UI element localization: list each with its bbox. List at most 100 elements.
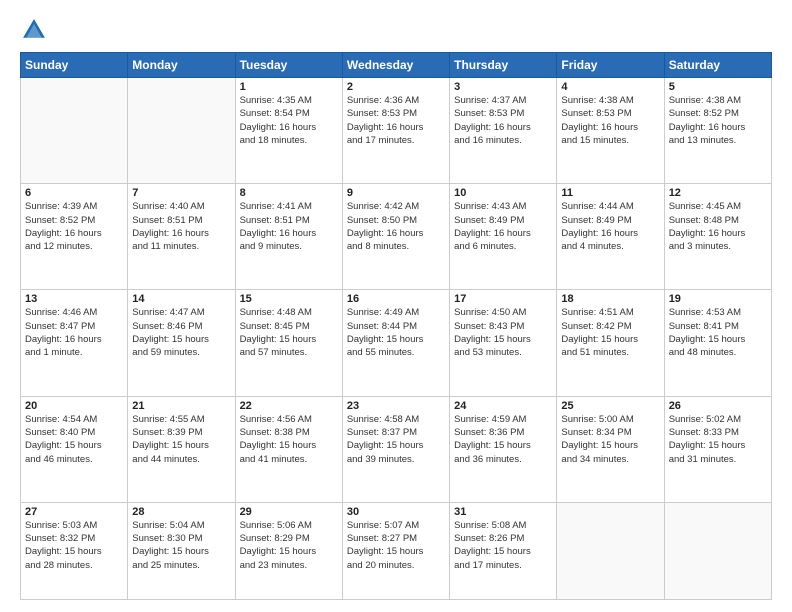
day-number: 5 [669, 81, 767, 93]
calendar-cell [557, 502, 664, 599]
day-info: Sunrise: 4:41 AM Sunset: 8:51 PM Dayligh… [240, 200, 338, 253]
col-header-friday: Friday [557, 53, 664, 78]
calendar: SundayMondayTuesdayWednesdayThursdayFrid… [20, 52, 772, 600]
day-info: Sunrise: 4:50 AM Sunset: 8:43 PM Dayligh… [454, 306, 552, 359]
calendar-cell: 26Sunrise: 5:02 AM Sunset: 8:33 PM Dayli… [664, 396, 771, 502]
day-info: Sunrise: 4:53 AM Sunset: 8:41 PM Dayligh… [669, 306, 767, 359]
day-number: 2 [347, 81, 445, 93]
calendar-cell: 27Sunrise: 5:03 AM Sunset: 8:32 PM Dayli… [21, 502, 128, 599]
day-info: Sunrise: 4:58 AM Sunset: 8:37 PM Dayligh… [347, 413, 445, 466]
day-info: Sunrise: 4:59 AM Sunset: 8:36 PM Dayligh… [454, 413, 552, 466]
calendar-cell: 23Sunrise: 4:58 AM Sunset: 8:37 PM Dayli… [342, 396, 449, 502]
calendar-cell: 13Sunrise: 4:46 AM Sunset: 8:47 PM Dayli… [21, 290, 128, 396]
day-info: Sunrise: 5:04 AM Sunset: 8:30 PM Dayligh… [132, 519, 230, 572]
day-number: 1 [240, 81, 338, 93]
day-info: Sunrise: 5:02 AM Sunset: 8:33 PM Dayligh… [669, 413, 767, 466]
calendar-cell: 20Sunrise: 4:54 AM Sunset: 8:40 PM Dayli… [21, 396, 128, 502]
day-number: 31 [454, 506, 552, 518]
calendar-week-2: 6Sunrise: 4:39 AM Sunset: 8:52 PM Daylig… [21, 184, 772, 290]
day-info: Sunrise: 4:46 AM Sunset: 8:47 PM Dayligh… [25, 306, 123, 359]
day-number: 14 [132, 293, 230, 305]
day-number: 8 [240, 187, 338, 199]
calendar-cell: 12Sunrise: 4:45 AM Sunset: 8:48 PM Dayli… [664, 184, 771, 290]
day-number: 20 [25, 400, 123, 412]
day-info: Sunrise: 5:08 AM Sunset: 8:26 PM Dayligh… [454, 519, 552, 572]
calendar-cell: 21Sunrise: 4:55 AM Sunset: 8:39 PM Dayli… [128, 396, 235, 502]
day-info: Sunrise: 4:47 AM Sunset: 8:46 PM Dayligh… [132, 306, 230, 359]
day-info: Sunrise: 5:07 AM Sunset: 8:27 PM Dayligh… [347, 519, 445, 572]
day-info: Sunrise: 4:55 AM Sunset: 8:39 PM Dayligh… [132, 413, 230, 466]
calendar-week-3: 13Sunrise: 4:46 AM Sunset: 8:47 PM Dayli… [21, 290, 772, 396]
calendar-cell: 17Sunrise: 4:50 AM Sunset: 8:43 PM Dayli… [450, 290, 557, 396]
calendar-cell: 1Sunrise: 4:35 AM Sunset: 8:54 PM Daylig… [235, 78, 342, 184]
calendar-cell: 6Sunrise: 4:39 AM Sunset: 8:52 PM Daylig… [21, 184, 128, 290]
calendar-cell: 10Sunrise: 4:43 AM Sunset: 8:49 PM Dayli… [450, 184, 557, 290]
day-number: 11 [561, 187, 659, 199]
day-info: Sunrise: 4:49 AM Sunset: 8:44 PM Dayligh… [347, 306, 445, 359]
day-info: Sunrise: 5:06 AM Sunset: 8:29 PM Dayligh… [240, 519, 338, 572]
calendar-header-row: SundayMondayTuesdayWednesdayThursdayFrid… [21, 53, 772, 78]
day-info: Sunrise: 4:45 AM Sunset: 8:48 PM Dayligh… [669, 200, 767, 253]
day-info: Sunrise: 4:44 AM Sunset: 8:49 PM Dayligh… [561, 200, 659, 253]
calendar-cell [664, 502, 771, 599]
calendar-cell: 7Sunrise: 4:40 AM Sunset: 8:51 PM Daylig… [128, 184, 235, 290]
calendar-cell: 30Sunrise: 5:07 AM Sunset: 8:27 PM Dayli… [342, 502, 449, 599]
header [20, 16, 772, 44]
day-number: 27 [25, 506, 123, 518]
day-number: 3 [454, 81, 552, 93]
logo [20, 16, 52, 44]
day-number: 7 [132, 187, 230, 199]
calendar-week-5: 27Sunrise: 5:03 AM Sunset: 8:32 PM Dayli… [21, 502, 772, 599]
logo-icon [20, 16, 48, 44]
calendar-cell: 16Sunrise: 4:49 AM Sunset: 8:44 PM Dayli… [342, 290, 449, 396]
day-info: Sunrise: 4:48 AM Sunset: 8:45 PM Dayligh… [240, 306, 338, 359]
day-info: Sunrise: 4:54 AM Sunset: 8:40 PM Dayligh… [25, 413, 123, 466]
col-header-tuesday: Tuesday [235, 53, 342, 78]
day-info: Sunrise: 5:03 AM Sunset: 8:32 PM Dayligh… [25, 519, 123, 572]
day-number: 17 [454, 293, 552, 305]
calendar-cell: 19Sunrise: 4:53 AM Sunset: 8:41 PM Dayli… [664, 290, 771, 396]
day-info: Sunrise: 4:40 AM Sunset: 8:51 PM Dayligh… [132, 200, 230, 253]
calendar-cell: 14Sunrise: 4:47 AM Sunset: 8:46 PM Dayli… [128, 290, 235, 396]
col-header-wednesday: Wednesday [342, 53, 449, 78]
calendar-cell: 22Sunrise: 4:56 AM Sunset: 8:38 PM Dayli… [235, 396, 342, 502]
day-number: 21 [132, 400, 230, 412]
day-number: 29 [240, 506, 338, 518]
calendar-cell: 25Sunrise: 5:00 AM Sunset: 8:34 PM Dayli… [557, 396, 664, 502]
day-number: 30 [347, 506, 445, 518]
calendar-week-4: 20Sunrise: 4:54 AM Sunset: 8:40 PM Dayli… [21, 396, 772, 502]
day-number: 28 [132, 506, 230, 518]
day-number: 13 [25, 293, 123, 305]
day-number: 22 [240, 400, 338, 412]
day-number: 6 [25, 187, 123, 199]
day-number: 19 [669, 293, 767, 305]
day-info: Sunrise: 4:38 AM Sunset: 8:53 PM Dayligh… [561, 94, 659, 147]
calendar-cell: 24Sunrise: 4:59 AM Sunset: 8:36 PM Dayli… [450, 396, 557, 502]
col-header-saturday: Saturday [664, 53, 771, 78]
calendar-cell [128, 78, 235, 184]
day-number: 26 [669, 400, 767, 412]
day-number: 12 [669, 187, 767, 199]
day-info: Sunrise: 4:43 AM Sunset: 8:49 PM Dayligh… [454, 200, 552, 253]
day-info: Sunrise: 4:36 AM Sunset: 8:53 PM Dayligh… [347, 94, 445, 147]
calendar-cell: 29Sunrise: 5:06 AM Sunset: 8:29 PM Dayli… [235, 502, 342, 599]
day-info: Sunrise: 4:38 AM Sunset: 8:52 PM Dayligh… [669, 94, 767, 147]
calendar-cell: 11Sunrise: 4:44 AM Sunset: 8:49 PM Dayli… [557, 184, 664, 290]
day-info: Sunrise: 4:56 AM Sunset: 8:38 PM Dayligh… [240, 413, 338, 466]
calendar-cell: 2Sunrise: 4:36 AM Sunset: 8:53 PM Daylig… [342, 78, 449, 184]
col-header-sunday: Sunday [21, 53, 128, 78]
day-number: 9 [347, 187, 445, 199]
day-info: Sunrise: 5:00 AM Sunset: 8:34 PM Dayligh… [561, 413, 659, 466]
day-info: Sunrise: 4:39 AM Sunset: 8:52 PM Dayligh… [25, 200, 123, 253]
page: SundayMondayTuesdayWednesdayThursdayFrid… [0, 0, 792, 612]
day-info: Sunrise: 4:42 AM Sunset: 8:50 PM Dayligh… [347, 200, 445, 253]
calendar-cell: 15Sunrise: 4:48 AM Sunset: 8:45 PM Dayli… [235, 290, 342, 396]
day-number: 4 [561, 81, 659, 93]
col-header-monday: Monday [128, 53, 235, 78]
day-info: Sunrise: 4:35 AM Sunset: 8:54 PM Dayligh… [240, 94, 338, 147]
col-header-thursday: Thursday [450, 53, 557, 78]
calendar-cell: 4Sunrise: 4:38 AM Sunset: 8:53 PM Daylig… [557, 78, 664, 184]
day-number: 23 [347, 400, 445, 412]
day-number: 15 [240, 293, 338, 305]
day-number: 25 [561, 400, 659, 412]
